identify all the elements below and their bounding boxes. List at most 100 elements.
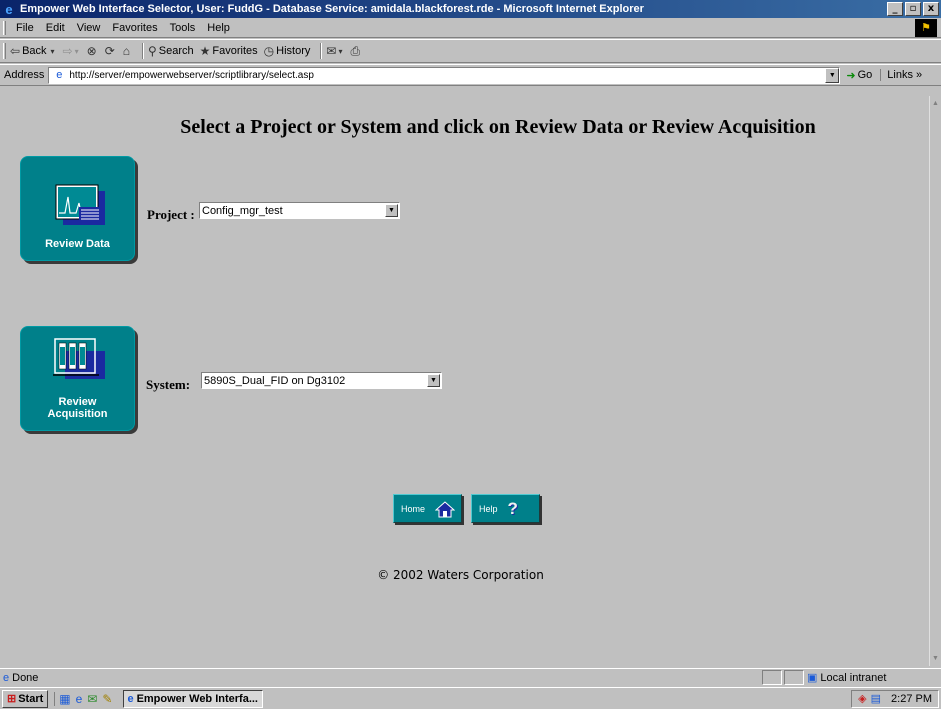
forward-button[interactable]: ⇨ ▾ (63, 44, 81, 58)
favorites-button[interactable]: ★ Favorites (200, 44, 258, 58)
review-acquisition-button[interactable]: Review Acquisition (20, 326, 135, 431)
page-content: Select a Project or System and click on … (8, 96, 941, 666)
address-dropdown-icon[interactable]: ▼ (825, 67, 840, 83)
ie-logo-icon: e (5, 1, 13, 17)
back-arrow-icon: ⇦ (10, 44, 21, 58)
question-mark-icon: ? (507, 498, 518, 518)
project-value: Config_mgr_test (202, 204, 283, 217)
intranet-icon: ▣ (807, 672, 818, 684)
go-label: Go (857, 69, 873, 81)
review-data-button[interactable]: Review Data (20, 156, 135, 261)
start-button[interactable]: ⊞ Start (2, 689, 49, 708)
show-desktop-icon[interactable]: ▦ (59, 692, 70, 706)
address-bar: Address e http://server/empowerwebserver… (0, 64, 941, 86)
links-button[interactable]: Links » (880, 69, 922, 81)
page-status-icon: e (3, 671, 10, 684)
windows-logo-icon: ⊞ (7, 693, 17, 705)
task-label: Empower Web Interfa... (136, 692, 258, 705)
menu-bar: File Edit View Favorites Tools Help ⚑ (0, 18, 941, 38)
history-icon: ◷ (263, 44, 275, 58)
review-acquisition-label: Review Acquisition (21, 396, 134, 420)
address-label: Address (4, 69, 45, 81)
clock: 2:27 PM (891, 692, 932, 705)
ie-quicklaunch-icon[interactable]: e (76, 692, 83, 706)
system-value: 5890S_Dual_FID on Dg3102 (204, 374, 346, 387)
start-label: Start (18, 692, 44, 705)
ie-task-icon: e (127, 692, 134, 705)
forward-arrow-icon: ⇨ (62, 44, 73, 58)
system-select[interactable]: 5890S_Dual_FID on Dg3102 ▼ (201, 372, 442, 389)
standard-toolbar: ⇦ Back ▾ ⇨ ▾ ⊗ ⟳ ⌂ ⚲ Search ★ Favorites … (0, 39, 941, 63)
pen-icon[interactable]: ✎ (102, 692, 112, 706)
scroll-down-icon[interactable]: ▼ (930, 653, 941, 664)
quick-launch: ▦ e ✉ ✎ (54, 691, 117, 706)
review-acquisition-label-line1: Review (58, 396, 97, 408)
window-title: Empower Web Interface Selector, User: Fu… (20, 3, 644, 15)
help-button[interactable]: Help ? (471, 494, 540, 523)
zone-text: Local intranet (820, 671, 887, 684)
go-button[interactable]: ➜ Go (846, 69, 872, 82)
refresh-button[interactable]: ⟳ (105, 44, 117, 58)
house-icon (435, 500, 456, 517)
menu-favorites[interactable]: Favorites (106, 22, 163, 34)
chevron-down-icon[interactable]: ▼ (385, 204, 398, 217)
system-label: System: (146, 377, 191, 392)
windows-flag-icon: ⚑ (915, 18, 937, 37)
menu-file[interactable]: File (10, 22, 40, 34)
search-icon: ⚲ (148, 44, 157, 58)
status-done: e Done (0, 672, 760, 684)
status-text: Done (12, 671, 39, 684)
refresh-icon: ⟳ (104, 44, 115, 58)
mail-button[interactable]: ✉ ▾ (326, 44, 344, 58)
project-select[interactable]: Config_mgr_test ▼ (199, 202, 400, 219)
page-heading: Select a Project or System and click on … (180, 116, 816, 138)
print-icon: ⎙ (350, 43, 361, 58)
search-label: Search (158, 45, 194, 57)
tray-monitor-icon[interactable]: ▤ (871, 692, 881, 705)
mail-dropdown-icon[interactable]: ▾ (338, 47, 342, 56)
menubar-grip[interactable] (3, 20, 6, 35)
menu-tools[interactable]: Tools (164, 22, 202, 34)
security-zone: ▣ Local intranet (804, 671, 924, 685)
vertical-scrollbar[interactable]: ▲ ▼ (929, 96, 941, 666)
home-toolbar-button[interactable]: ⌂ (123, 44, 132, 58)
toolbar-separator-2 (320, 43, 323, 59)
history-button[interactable]: ◷ History (264, 44, 311, 58)
vials-rack-icon (53, 338, 105, 379)
tray-shield-icon[interactable]: ◈ (858, 692, 866, 705)
menu-help[interactable]: Help (201, 22, 236, 34)
search-button[interactable]: ⚲ Search (148, 44, 194, 58)
print-button[interactable]: ⎙ (350, 44, 362, 59)
mail-icon: ✉ (326, 44, 337, 58)
copyright-text: © 2002 Waters Corporation (377, 568, 544, 582)
go-arrow-icon: ➜ (846, 69, 856, 82)
address-url: http://server/empowerwebserver/scriptlib… (69, 69, 314, 81)
back-dropdown-icon[interactable]: ▾ (51, 47, 55, 56)
chromatogram-icon (55, 184, 105, 225)
page-icon: e (56, 68, 63, 81)
back-label: Back (22, 45, 47, 57)
menu-view[interactable]: View (71, 22, 107, 34)
taskbar-ie-window[interactable]: e Empower Web Interfa... (123, 689, 264, 708)
home-button[interactable]: Home (393, 494, 462, 523)
toolbar-grip[interactable] (3, 43, 6, 59)
scroll-up-icon[interactable]: ▲ (930, 98, 941, 109)
chevron-down-icon[interactable]: ▼ (427, 374, 440, 387)
maximize-button[interactable]: ▫ (905, 2, 921, 16)
close-button[interactable]: x (923, 2, 939, 16)
review-acquisition-label-line2: Acquisition (47, 408, 108, 420)
history-label: History (276, 45, 311, 57)
outlook-icon[interactable]: ✉ (87, 692, 97, 706)
back-button[interactable]: ⇦ Back ▾ (10, 44, 57, 58)
system-tray: ◈ ▤ 2:27 PM (851, 689, 939, 708)
home-label: Home (401, 503, 426, 514)
status-cell-1 (762, 670, 782, 685)
toolbar-separator (142, 43, 144, 59)
forward-dropdown-icon[interactable]: ▾ (75, 47, 79, 56)
status-bar: e Done ▣ Local intranet (0, 668, 941, 686)
stop-button[interactable]: ⊗ (87, 44, 99, 58)
window-titlebar: e Empower Web Interface Selector, User: … (0, 0, 941, 18)
minimize-button[interactable]: _ (887, 2, 903, 16)
address-input[interactable]: e http://server/empowerwebserver/scriptl… (48, 66, 841, 84)
menu-edit[interactable]: Edit (40, 22, 71, 34)
